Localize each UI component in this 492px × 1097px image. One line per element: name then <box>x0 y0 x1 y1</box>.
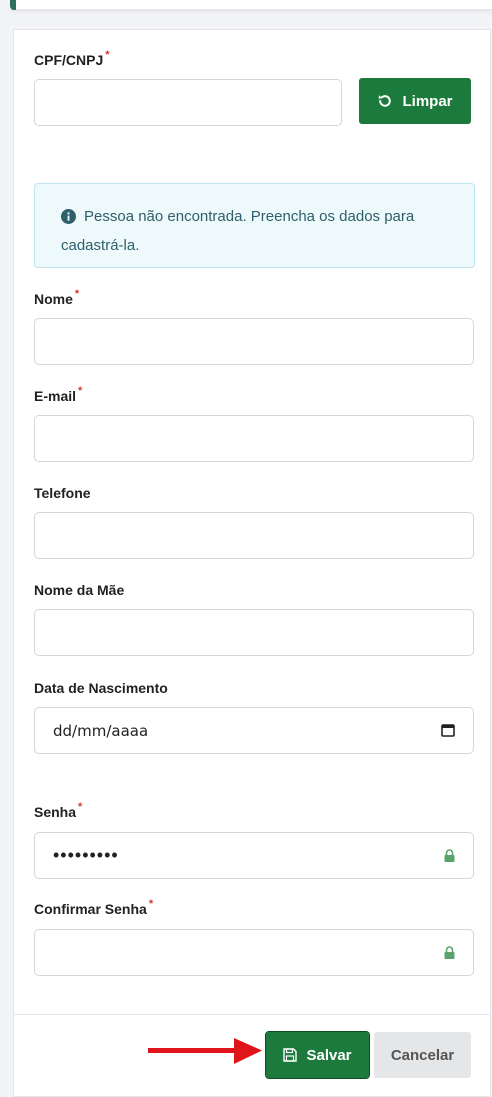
nome-mae-input[interactable] <box>34 609 474 656</box>
arrow-icon <box>148 1038 262 1064</box>
info-icon <box>61 207 76 233</box>
calendar-icon[interactable] <box>441 723 455 742</box>
limpar-label: Limpar <box>402 92 453 110</box>
info-alert: Pessoa não encontrada. Preencha os dados… <box>34 183 475 268</box>
required-marker: * <box>148 898 154 910</box>
salvar-button[interactable]: Salvar <box>265 1031 370 1079</box>
email-label: E-mail * <box>34 385 83 404</box>
top-bar <box>10 0 492 10</box>
cpf-input[interactable] <box>34 79 342 126</box>
register-form-panel: CPF/CNPJ * Limpar Pessoa não encontrada. … <box>13 29 491 1097</box>
nome-label: Nome * <box>34 288 80 307</box>
date-placeholder: dd/mm/aaaa <box>53 722 149 740</box>
required-marker: * <box>78 801 83 813</box>
required-marker: * <box>105 49 110 61</box>
nome-input[interactable] <box>34 318 474 365</box>
confirmar-senha-input[interactable] <box>34 929 474 976</box>
data-nascimento-input[interactable]: dd/mm/aaaa <box>34 707 474 754</box>
refresh-icon <box>379 95 392 107</box>
limpar-button[interactable]: Limpar <box>359 78 471 124</box>
senha-input[interactable]: ••••••••• <box>34 832 474 879</box>
lock-icon <box>444 849 455 867</box>
footer-divider <box>14 1014 490 1015</box>
nome-mae-label: Nome da Mãe <box>34 582 125 598</box>
senha-value: ••••••••• <box>53 845 119 865</box>
senha-label: Senha * <box>34 801 83 820</box>
cpf-label: CPF/CNPJ * <box>34 49 110 68</box>
required-marker: * <box>78 385 83 397</box>
cancelar-label: Cancelar <box>390 1046 455 1064</box>
data-nascimento-label: Data de Nascimento <box>34 680 168 696</box>
telefone-input[interactable] <box>34 512 474 559</box>
telefone-label: Telefone <box>34 485 91 501</box>
lock-icon <box>444 946 455 964</box>
top-bar-accent <box>10 0 16 10</box>
confirmar-senha-label: Confirmar Senha * <box>34 898 154 917</box>
salvar-label: Salvar <box>306 1046 352 1064</box>
save-icon <box>283 1048 298 1062</box>
required-marker: * <box>74 288 80 300</box>
email-input[interactable] <box>34 415 474 462</box>
cancelar-button[interactable]: Cancelar <box>374 1032 471 1078</box>
alert-text: Pessoa não encontrada. Preencha os dados… <box>61 208 415 254</box>
